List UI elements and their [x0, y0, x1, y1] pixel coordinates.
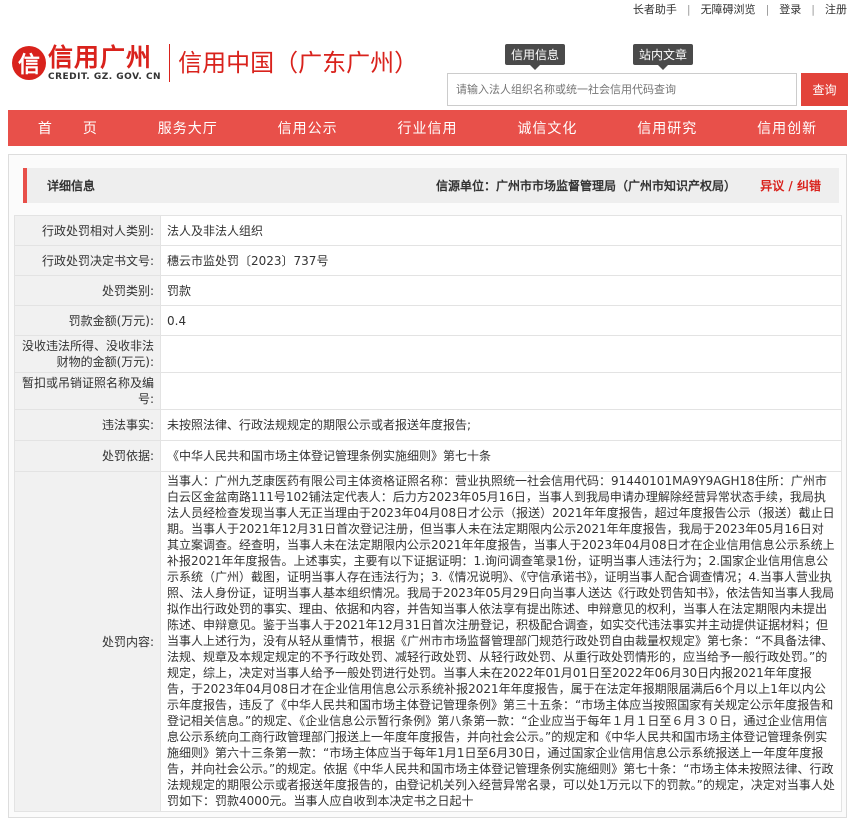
search-box	[447, 73, 797, 106]
detail-panel: 详细信息 信源单位：广州市市场监督管理局（广州市知识产权局） 异议 / 纠错 行…	[8, 154, 847, 818]
field-label: 暂扣或吊销证照名称及编号:	[14, 372, 161, 410]
field-value: 当事人：广州九芝康医药有限公司主体资格证照名称：营业执照统一社会信用代码：914…	[160, 471, 842, 812]
nav-item-home[interactable]: 首 页	[8, 110, 128, 146]
logo-domain: CREDIT. GZ. GOV. CN	[48, 72, 162, 82]
nav-item-credit-research[interactable]: 信用研究	[607, 110, 727, 146]
table-row: 暂扣或吊销证照名称及编号:	[14, 372, 842, 410]
nav-item-integrity-culture[interactable]: 诚信文化	[487, 110, 607, 146]
tab-site-article[interactable]: 站内文章	[633, 44, 694, 70]
tab-credit-info[interactable]: 信用信息	[505, 44, 566, 70]
nav-item-industry-credit[interactable]: 行业信用	[368, 110, 488, 146]
field-label: 没收违法所得、没收非法财物的金额(万元):	[14, 335, 161, 373]
search-input[interactable]	[456, 83, 796, 96]
field-label: 行政处罚决定书文号:	[14, 245, 161, 276]
logo-title: 信用广州	[48, 43, 153, 72]
login-link[interactable]: 登录	[779, 1, 801, 17]
field-value	[160, 335, 842, 373]
site-logo[interactable]: 信 信用广州 CREDIT. GZ. GOV. CN 信用中国（广东广州）	[12, 44, 418, 82]
divider: |	[765, 2, 770, 16]
search-scope-tabs: 信用信息 站内文章	[505, 44, 694, 70]
table-row: 处罚依据: 《中华人民共和国市场主体登记管理条例实施细则》第七十条	[14, 440, 842, 472]
field-value	[160, 372, 842, 410]
field-value: 未按照法律、行政法规规定的期限公示或者报送年度报告;	[160, 409, 842, 441]
divider: |	[686, 2, 691, 16]
field-label: 处罚类别:	[14, 275, 161, 306]
field-label: 行政处罚相对人类别:	[14, 215, 161, 246]
field-value: 《中华人民共和国市场主体登记管理条例实施细则》第七十条	[160, 440, 842, 472]
table-row: 没收违法所得、没收非法财物的金额(万元):	[14, 335, 842, 373]
detail-title: 详细信息	[47, 179, 96, 193]
field-value: 穗云市监处罚〔2023〕737号	[160, 245, 842, 276]
top-utility-bar: 长者助手 | 无障碍浏览 | 登录 | 注册	[0, 0, 855, 18]
field-value: 0.4	[160, 305, 842, 336]
logo-text-block: 信用广州 CREDIT. GZ. GOV. CN	[48, 43, 162, 83]
site-header: 信 信用广州 CREDIT. GZ. GOV. CN 信用中国（广东广州） 信用…	[0, 18, 855, 108]
field-label: 违法事实:	[14, 409, 161, 441]
nav-item-service-hall[interactable]: 服务大厅	[128, 110, 248, 146]
detail-header: 详细信息 信源单位：广州市市场监督管理局（广州市知识产权局） 异议 / 纠错	[23, 168, 839, 203]
source-unit: 信源单位：广州市市场监督管理局（广州市知识产权局）	[436, 179, 737, 193]
accessible-browse-link[interactable]: 无障碍浏览	[701, 1, 756, 17]
site-subtitle: 信用中国（广东广州）	[178, 49, 419, 77]
table-row: 罚款金额(万元): 0.4	[14, 305, 842, 336]
logo-emblem-icon: 信	[12, 46, 46, 80]
elder-helper-link[interactable]: 长者助手	[633, 1, 677, 17]
field-value: 法人及非法人组织	[160, 215, 842, 246]
table-row: 处罚内容: 当事人：广州九芝康医药有限公司主体资格证照名称：营业执照统一社会信用…	[14, 471, 842, 812]
field-label: 处罚内容:	[14, 471, 161, 812]
table-row: 行政处罚决定书文号: 穗云市监处罚〔2023〕737号	[14, 245, 842, 276]
field-value: 罚款	[160, 275, 842, 306]
field-label: 罚款金额(万元):	[14, 305, 161, 336]
search-button[interactable]: 查询	[801, 73, 848, 106]
nav-item-credit-innovation[interactable]: 信用创新	[727, 110, 847, 146]
table-row: 违法事实: 未按照法律、行政法规规定的期限公示或者报送年度报告;	[14, 409, 842, 441]
logo-divider	[169, 44, 171, 82]
objection-link[interactable]: 异议 / 纠错	[760, 177, 821, 194]
field-label: 处罚依据:	[14, 440, 161, 472]
table-row: 处罚类别: 罚款	[14, 275, 842, 306]
main-nav: 首 页 服务大厅 信用公示 行业信用 诚信文化 信用研究 信用创新	[8, 110, 847, 146]
register-link[interactable]: 注册	[825, 1, 847, 17]
nav-item-credit-public[interactable]: 信用公示	[248, 110, 368, 146]
penalty-detail-table: 行政处罚相对人类别: 法人及非法人组织 行政处罚决定书文号: 穗云市监处罚〔20…	[14, 215, 842, 812]
divider: |	[811, 2, 815, 16]
table-row: 行政处罚相对人类别: 法人及非法人组织	[14, 215, 842, 246]
